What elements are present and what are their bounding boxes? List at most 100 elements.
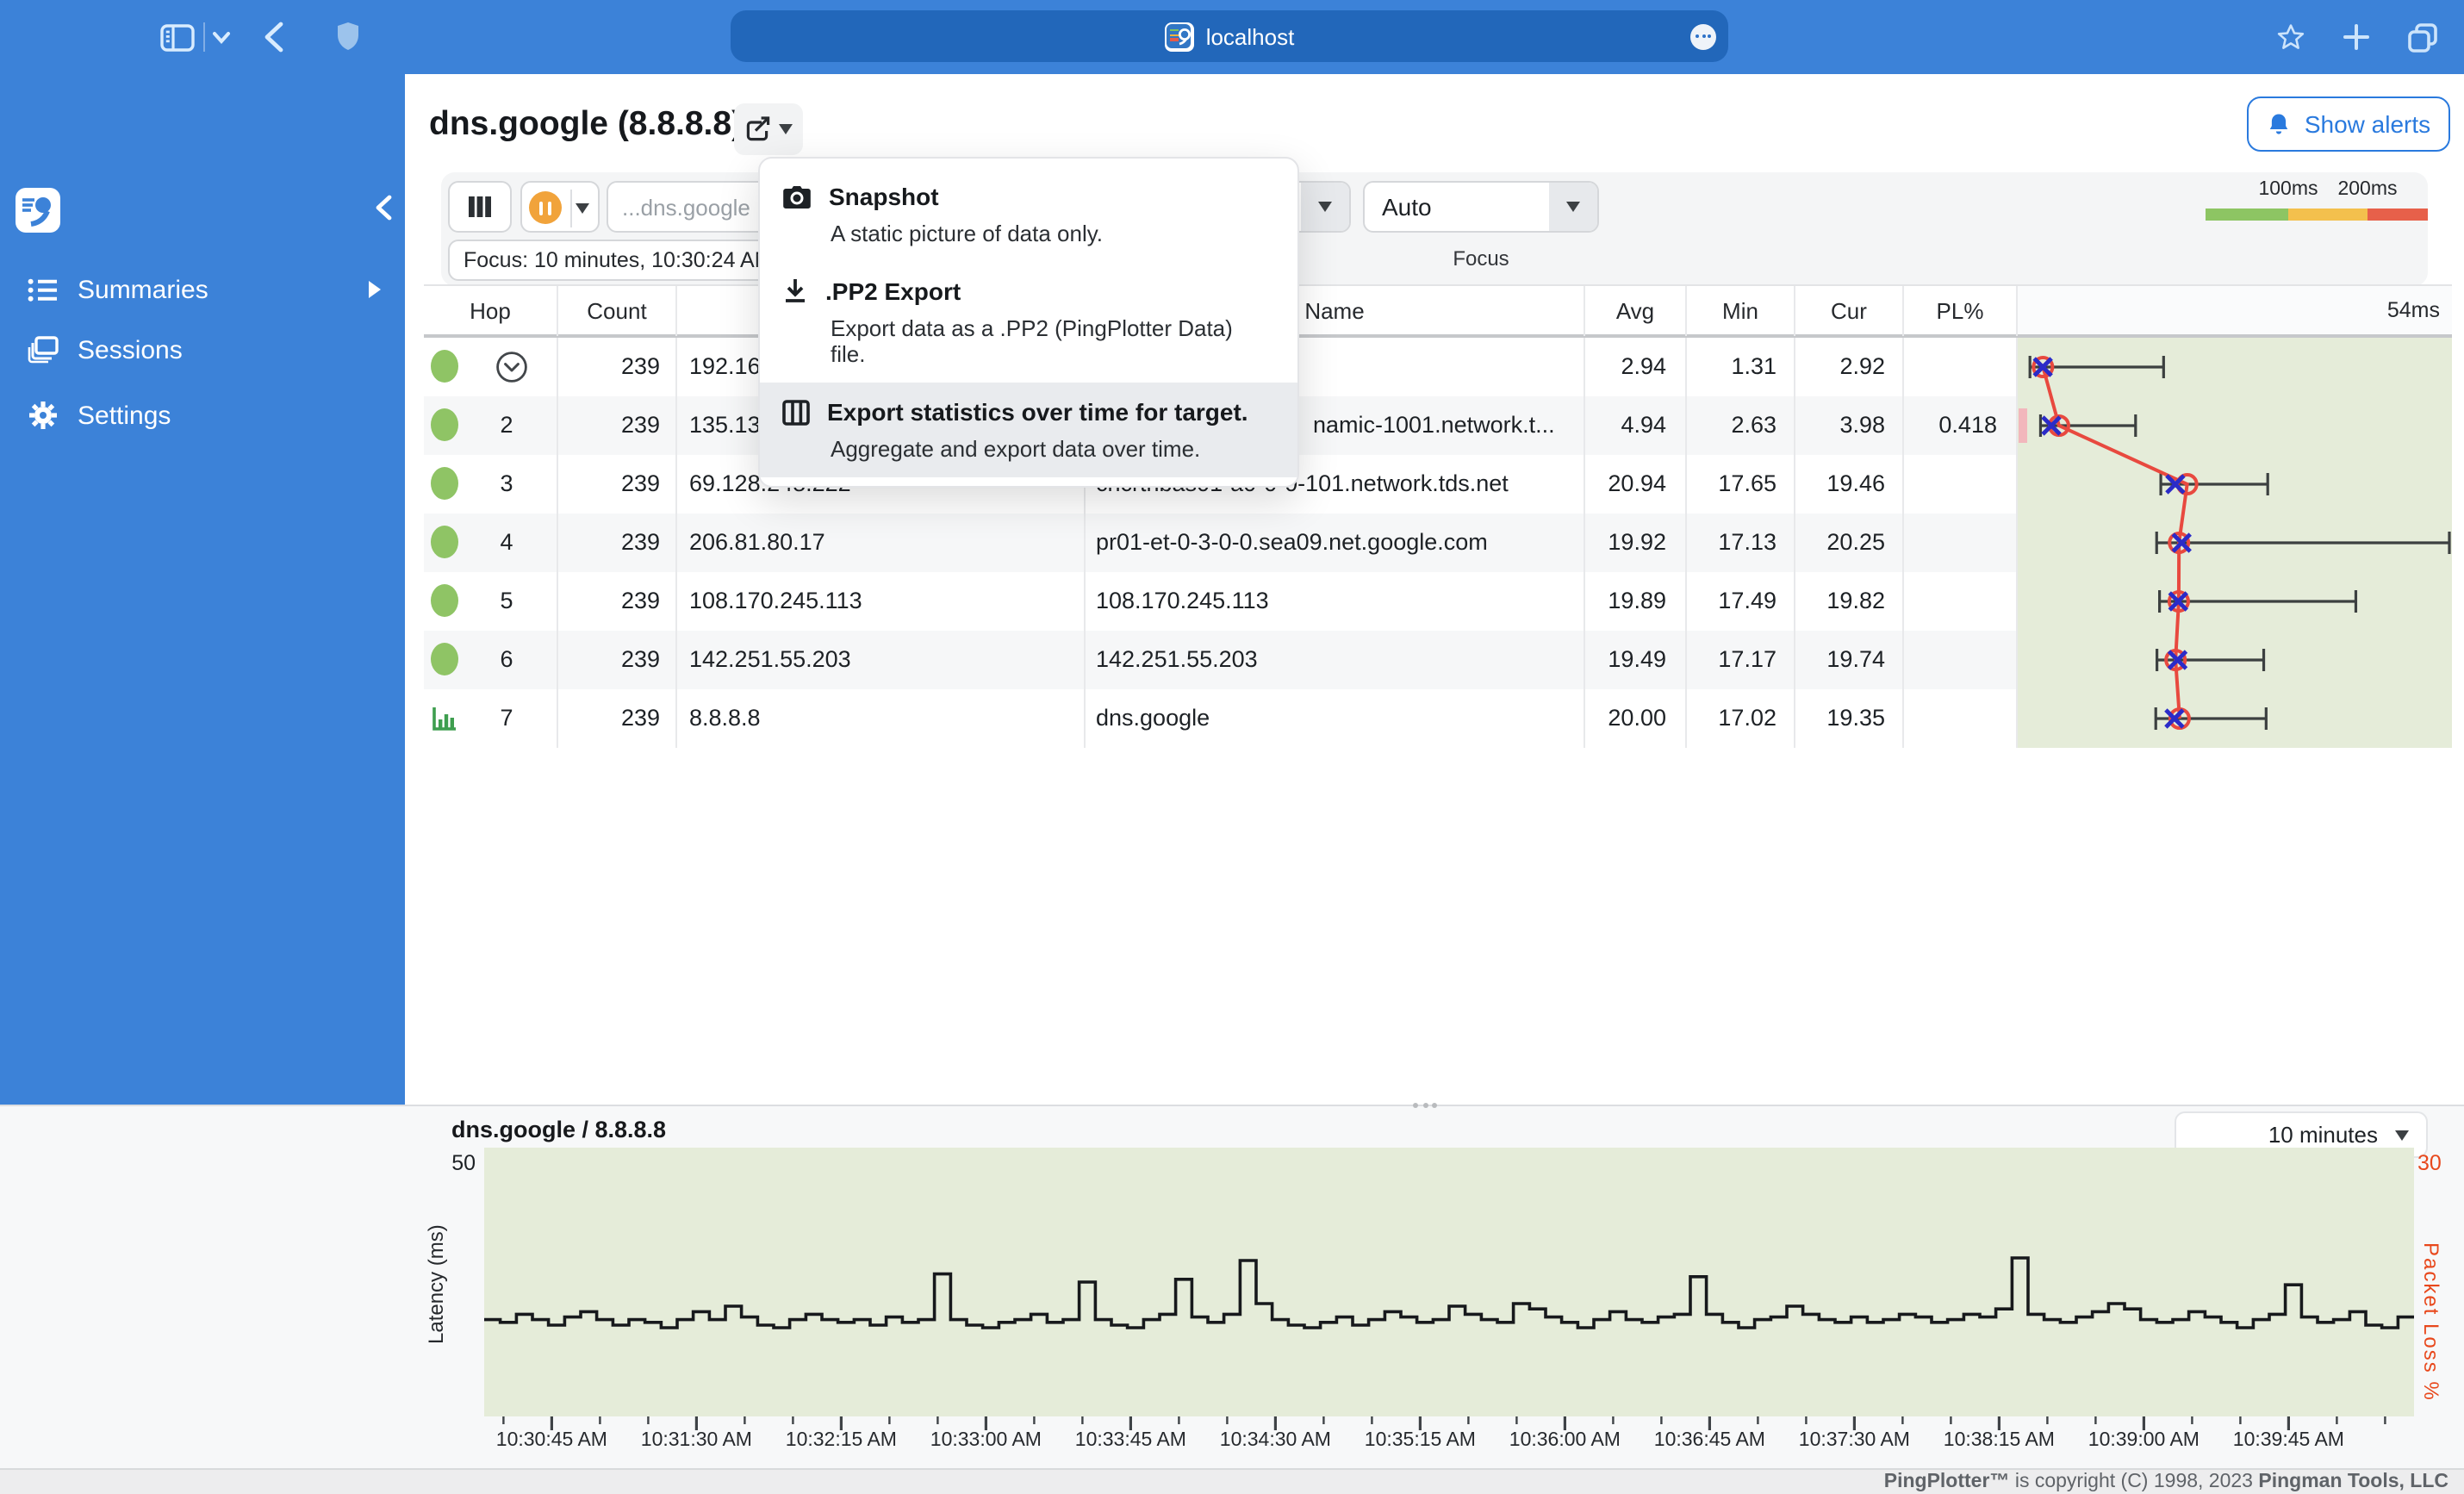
- pl-cell: [1904, 455, 2018, 514]
- shield-icon[interactable]: [336, 21, 360, 52]
- sidebar-item-label: Sessions: [78, 335, 183, 364]
- menu-item-title: Snapshot: [829, 183, 939, 210]
- chevron-down-icon[interactable]: [576, 203, 589, 214]
- sidebar-item-summaries[interactable]: Summaries: [0, 262, 405, 317]
- menu-item-export-statistics[interactable]: Export statistics over time for target. …: [760, 383, 1297, 477]
- hop-number: 3: [500, 470, 513, 496]
- table-row-hop-6[interactable]: 6 239 142.251.55.203 142.251.55.203 19.49 17.…: [424, 631, 2018, 689]
- window-close-button[interactable]: [24, 28, 41, 45]
- cur-cell: 19.35: [1795, 689, 1904, 748]
- address-bar[interactable]: localhost: [731, 10, 1728, 62]
- status-ok-icon: [431, 408, 458, 441]
- hop-number: 7: [500, 705, 513, 731]
- count-cell: 239: [558, 338, 677, 396]
- count-cell: 239: [558, 514, 677, 572]
- pingplotter-logo: [16, 188, 60, 233]
- sidebar-toggle-icon[interactable]: [160, 24, 195, 52]
- cur-cell: 19.74: [1795, 631, 1904, 689]
- table-row-hop-4[interactable]: 4 239 206.81.80.17 pr01-et-0-3-0-0.sea09.ne…: [424, 514, 2018, 572]
- menu-item-snapshot[interactable]: Snapshot A static picture of data only.: [760, 167, 1297, 262]
- chevron-down-icon: [779, 124, 793, 134]
- window-minimize-button[interactable]: [59, 28, 76, 45]
- sidebar-collapse-icon[interactable]: [374, 195, 393, 221]
- min-cell: 17.02: [1687, 689, 1795, 748]
- x-axis-label: 10:38:15 AM: [1943, 1430, 2055, 1451]
- bar-chart-icon: [431, 705, 458, 732]
- back-icon[interactable]: [264, 21, 284, 53]
- min-cell: 17.13: [1687, 514, 1795, 572]
- page-menu-icon[interactable]: [1690, 23, 1716, 49]
- footer-brand: PingPlotter™: [1883, 1472, 2010, 1492]
- graph-scale-max-label: 54ms: [2386, 298, 2440, 322]
- column-header-Avg[interactable]: Avg: [1585, 286, 1687, 336]
- avg-cell: 19.89: [1585, 572, 1687, 631]
- ip-cell: 142.251.55.203: [677, 631, 1086, 689]
- hop-number: 4: [500, 529, 513, 555]
- avg-cell: 20.00: [1585, 689, 1687, 748]
- columns-icon: [469, 196, 491, 217]
- hop-status-cell: 6: [424, 631, 558, 689]
- sidebar-item-label: Settings: [78, 401, 171, 430]
- hop-status-cell: [424, 338, 558, 396]
- panel-resize-handle[interactable]: [1413, 1103, 1437, 1108]
- x-axis-label: 10:31:30 AM: [640, 1430, 752, 1451]
- chevron-down-icon[interactable]: [212, 31, 231, 45]
- x-axis-label: 10:34:30 AM: [1219, 1430, 1331, 1451]
- table-row-hop-5[interactable]: 5 239 108.170.245.113 108.170.245.113 19.89 1…: [424, 572, 2018, 631]
- legend-segment: [2288, 209, 2368, 221]
- status-ok-icon: [431, 584, 458, 617]
- expand-row-icon[interactable]: [495, 350, 529, 384]
- hop-status-cell: 2: [424, 396, 558, 455]
- tab-overview-icon[interactable]: [2407, 22, 2438, 53]
- pingplotter-app: localhost Summaries Sessions Settings dn…: [0, 0, 2464, 1494]
- bell-icon: [2267, 111, 2293, 137]
- copyright-footer: PingPlotter™ is copyright (C) 1998, 2023…: [0, 1468, 2464, 1494]
- window-zoom-button[interactable]: [93, 28, 110, 45]
- pl-cell: [1904, 338, 2018, 396]
- ip-cell: 206.81.80.17: [677, 514, 1086, 572]
- submenu-arrow-icon[interactable]: [369, 281, 381, 298]
- name-cell: 108.170.245.113: [1086, 572, 1585, 631]
- hop-number: 5: [500, 588, 513, 613]
- bookmark-star-icon[interactable]: [2276, 22, 2305, 52]
- column-header-Hop[interactable]: Hop: [424, 286, 558, 336]
- latency-timeline-plot[interactable]: [484, 1148, 2414, 1416]
- cur-cell: 2.92: [1795, 338, 1904, 396]
- menu-item-title: .PP2 Export: [825, 277, 961, 305]
- avg-cell: 2.94: [1585, 338, 1687, 396]
- column-header-Cur[interactable]: Cur: [1795, 286, 1904, 336]
- menu-item-pp2-export[interactable]: .PP2 Export Export data as a .PP2 (PingP…: [760, 262, 1297, 383]
- x-axis-label: 10:33:00 AM: [930, 1430, 1042, 1451]
- pause-split-button[interactable]: [520, 181, 600, 233]
- chevron-down-icon: [1566, 202, 1580, 212]
- export-button[interactable]: [734, 103, 803, 155]
- cur-cell: 20.25: [1795, 514, 1904, 572]
- sidebar-item-label: Summaries: [78, 275, 208, 304]
- share-icon: [744, 115, 772, 143]
- columns-button[interactable]: [448, 181, 512, 233]
- new-tab-icon[interactable]: [2343, 24, 2369, 50]
- pause-icon[interactable]: [529, 191, 562, 224]
- column-header-PL%[interactable]: PL%: [1904, 286, 2018, 336]
- cur-cell: 19.46: [1795, 455, 1904, 514]
- focus-select[interactable]: Auto: [1363, 181, 1599, 233]
- menu-item-desc: Export data as a .PP2 (PingPlotter Data)…: [831, 315, 1233, 367]
- column-header-Count[interactable]: Count: [558, 286, 677, 336]
- avg-cell: 19.49: [1585, 631, 1687, 689]
- hop-number: 6: [500, 646, 513, 672]
- min-cell: 17.65: [1687, 455, 1795, 514]
- footer-text: is copyright (C) 1998, 2023: [2009, 1472, 2259, 1492]
- y-axis-title: Latency (ms): [424, 1223, 448, 1344]
- column-header-Min[interactable]: Min: [1687, 286, 1795, 336]
- x-axis-label: 10:39:45 AM: [2232, 1430, 2344, 1451]
- min-cell: 17.17: [1687, 631, 1795, 689]
- menu-item-title: Export statistics over time for target.: [827, 398, 1248, 426]
- count-cell: 239: [558, 572, 677, 631]
- x-axis-label: 10:36:45 AM: [1653, 1430, 1765, 1451]
- sidebar-item-sessions[interactable]: Sessions: [0, 322, 405, 377]
- sidebar-item-settings[interactable]: Settings: [0, 388, 405, 443]
- show-alerts-label: Show alerts: [2304, 110, 2431, 138]
- cur-cell: 19.82: [1795, 572, 1904, 631]
- table-row-hop-7[interactable]: 7 239 8.8.8.8 dns.google 20.00 17.02 19.35: [424, 689, 2018, 748]
- show-alerts-button[interactable]: Show alerts: [2247, 96, 2450, 152]
